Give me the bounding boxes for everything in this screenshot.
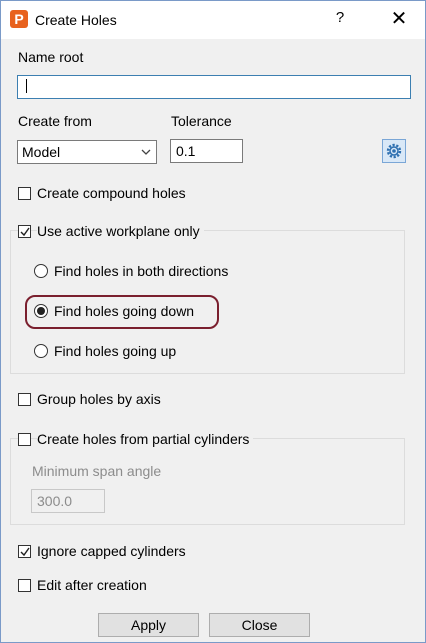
min-span-value: 300.0 bbox=[37, 493, 73, 509]
create-from-label: Create from bbox=[18, 113, 92, 129]
radio-going-up[interactable] bbox=[34, 344, 48, 358]
chevron-down-icon bbox=[141, 149, 151, 155]
ignore-capped-label: Ignore capped cylinders bbox=[37, 543, 186, 559]
partial-cylinders-checkbox[interactable] bbox=[18, 433, 31, 446]
radio-both-directions-label: Find holes in both directions bbox=[54, 263, 229, 279]
check-icon bbox=[20, 227, 30, 237]
min-span-input[interactable]: 300.0 bbox=[31, 489, 105, 513]
gear-icon bbox=[386, 143, 402, 159]
partial-cylinders-label: Create holes from partial cylinders bbox=[37, 431, 254, 447]
text-caret bbox=[26, 79, 27, 93]
group-by-axis-label: Group holes by axis bbox=[37, 391, 161, 407]
close-window-button[interactable]: ✕ bbox=[387, 6, 411, 32]
tolerance-value: 0.1 bbox=[176, 143, 196, 159]
active-workplane-label: Use active workplane only bbox=[37, 223, 204, 239]
tolerance-input[interactable]: 0.1 bbox=[170, 139, 243, 163]
radio-going-down[interactable] bbox=[34, 304, 48, 318]
create-holes-dialog: P Create Holes ? ✕ Name root Create from… bbox=[0, 0, 426, 643]
name-root-label: Name root bbox=[18, 49, 84, 65]
group-by-axis-checkbox[interactable] bbox=[18, 393, 31, 406]
tolerance-label: Tolerance bbox=[171, 113, 232, 129]
close-button[interactable]: Close bbox=[209, 613, 310, 637]
title-bar: P Create Holes ? ✕ bbox=[1, 1, 425, 39]
radio-going-up-label: Find holes going up bbox=[54, 343, 177, 359]
name-root-input[interactable] bbox=[17, 75, 411, 99]
radio-going-down-label: Find holes going down bbox=[54, 303, 195, 319]
settings-button[interactable] bbox=[382, 139, 406, 163]
active-workplane-checkbox[interactable] bbox=[18, 225, 31, 238]
min-span-label: Minimum span angle bbox=[32, 463, 162, 479]
create-from-selected: Model bbox=[22, 144, 61, 160]
apply-button[interactable]: Apply bbox=[98, 613, 199, 637]
edit-after-label: Edit after creation bbox=[37, 577, 147, 593]
compound-holes-checkbox[interactable] bbox=[18, 187, 31, 200]
app-logo-icon: P bbox=[10, 10, 28, 28]
ignore-capped-checkbox[interactable] bbox=[18, 545, 31, 558]
dialog-title: Create Holes bbox=[35, 12, 117, 28]
create-from-select[interactable]: Model bbox=[17, 140, 157, 164]
radio-selected-dot bbox=[37, 307, 45, 315]
edit-after-checkbox[interactable] bbox=[18, 579, 31, 592]
compound-holes-label: Create compound holes bbox=[37, 185, 186, 201]
radio-both-directions[interactable] bbox=[34, 264, 48, 278]
check-icon bbox=[20, 547, 30, 557]
help-button[interactable]: ? bbox=[331, 9, 349, 31]
